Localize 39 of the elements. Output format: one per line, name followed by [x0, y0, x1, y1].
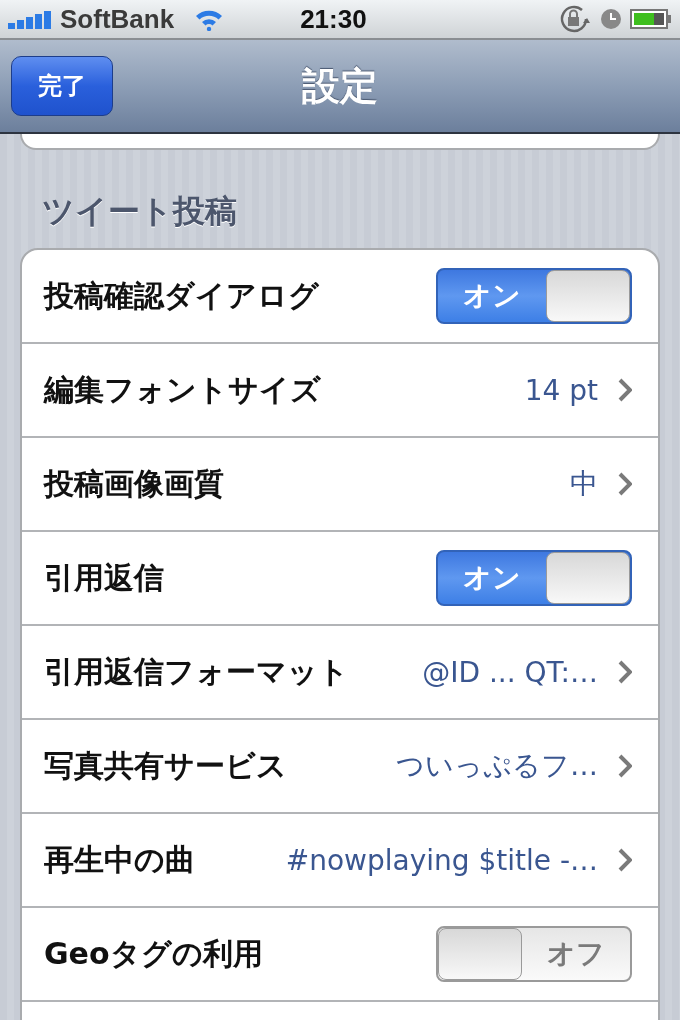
- toggle-switch[interactable]: オフ: [436, 926, 632, 982]
- row-label: Geoタグの利用: [44, 934, 263, 973]
- settings-row[interactable]: 編集フォントサイズ 14 pt: [22, 344, 658, 438]
- row-value: ついっぷるフ…: [396, 748, 598, 784]
- settings-row[interactable]: 引用返信 オン: [22, 532, 658, 626]
- chevron-icon: [618, 378, 632, 402]
- row-value: 14 pt: [524, 373, 598, 407]
- chevron-icon: [618, 660, 632, 684]
- row-label: 引用返信: [44, 558, 164, 597]
- settings-row[interactable]: 投稿確認ダイアログ オン: [22, 250, 658, 344]
- settings-row[interactable]: 再生中の曲 #nowplaying $title -…: [22, 814, 658, 908]
- switch-text: オン: [462, 278, 522, 314]
- switch-text: オフ: [546, 936, 606, 972]
- settings-row[interactable]: 引用返信フォーマット @ID ... QT:…: [22, 626, 658, 720]
- status-time: 21:30: [300, 3, 367, 35]
- signal-icon: [8, 9, 52, 29]
- switch-text: オン: [462, 560, 522, 596]
- row-label: 編集フォントサイズ: [44, 370, 321, 409]
- row-label: 投稿画像画質: [44, 464, 224, 503]
- row-value: @ID ... QT:…: [422, 655, 598, 689]
- chevron-icon: [618, 472, 632, 496]
- row-label: 写真共有サービス: [44, 746, 287, 785]
- rotation-lock-icon: [558, 4, 592, 34]
- screen-title: 設定: [302, 62, 378, 110]
- done-button[interactable]: 完了: [11, 56, 113, 116]
- carrier-name: SoftBank: [60, 3, 175, 35]
- row-value: #nowplaying $title -…: [285, 843, 598, 877]
- clock-icon: [600, 8, 622, 30]
- section-header: ツイート投稿: [41, 191, 238, 232]
- row-label: 再生中の曲: [44, 840, 195, 879]
- settings-row[interactable]: 投稿画像画質 中: [22, 438, 658, 532]
- row-label: 引用返信フォーマット: [44, 652, 349, 691]
- row-value: 中: [570, 466, 598, 502]
- row-label: 投稿確認ダイアログ: [44, 276, 319, 315]
- settings-row[interactable]: Geoタグの利用 オフ: [22, 908, 658, 1002]
- chevron-icon: [618, 754, 632, 778]
- chevron-icon: [618, 848, 632, 872]
- settings-row[interactable]: 写真共有サービス ついっぷるフ…: [22, 720, 658, 814]
- battery-icon: [630, 8, 672, 30]
